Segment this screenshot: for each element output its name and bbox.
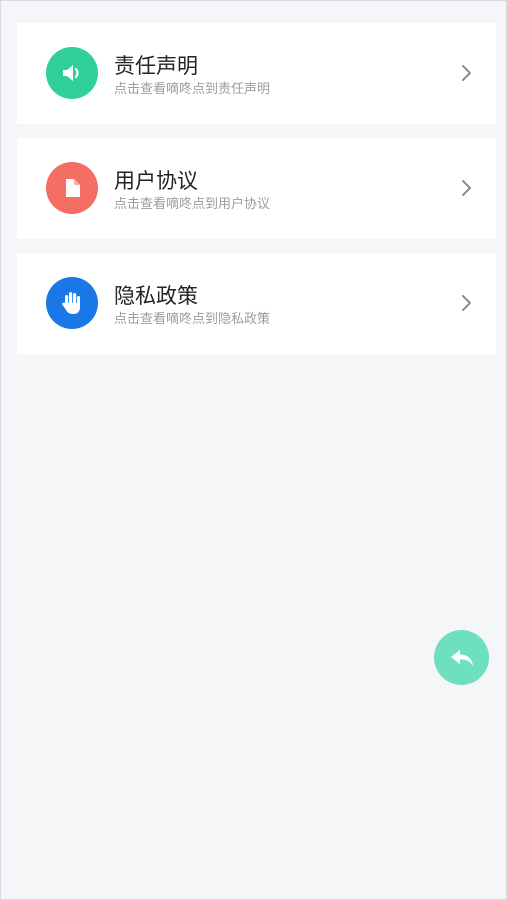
chevron-right-icon: [462, 295, 471, 311]
list-item-privacy-policy[interactable]: 隐私政策 点击查看嘀咚点到隐私政策: [17, 253, 496, 354]
legal-list: 责任声明 点击查看嘀咚点到责任声明 用户协议 点击查看嘀咚点到用户协议 隐私政策…: [17, 23, 496, 368]
reply-icon: [450, 649, 473, 666]
speaker-icon: [46, 47, 98, 99]
item-texts: 隐私政策 点击查看嘀咚点到隐私政策: [114, 283, 270, 329]
item-subtitle: 点击查看嘀咚点到隐私政策: [114, 312, 271, 327]
chevron-right-icon: [462, 180, 471, 196]
item-subtitle: 点击查看嘀咚点到责任声明: [114, 82, 271, 97]
chevron-right-icon: [462, 65, 471, 81]
list-item-user-agreement[interactable]: 用户协议 点击查看嘀咚点到用户协议: [17, 138, 496, 239]
item-subtitle: 点击查看嘀咚点到用户协议: [114, 197, 271, 212]
item-title: 用户协议: [114, 169, 198, 193]
item-title: 责任声明: [114, 54, 198, 78]
item-title: 隐私政策: [114, 284, 198, 308]
app-frame: 责任声明 点击查看嘀咚点到责任声明 用户协议 点击查看嘀咚点到用户协议 隐私政策…: [0, 0, 507, 900]
list-item-disclaimer[interactable]: 责任声明 点击查看嘀咚点到责任声明: [17, 23, 496, 124]
item-texts: 用户协议 点击查看嘀咚点到用户协议: [114, 168, 270, 214]
document-icon: [46, 162, 98, 214]
hand-icon: [46, 277, 98, 329]
back-button[interactable]: [434, 630, 489, 685]
item-texts: 责任声明 点击查看嘀咚点到责任声明: [114, 53, 270, 99]
